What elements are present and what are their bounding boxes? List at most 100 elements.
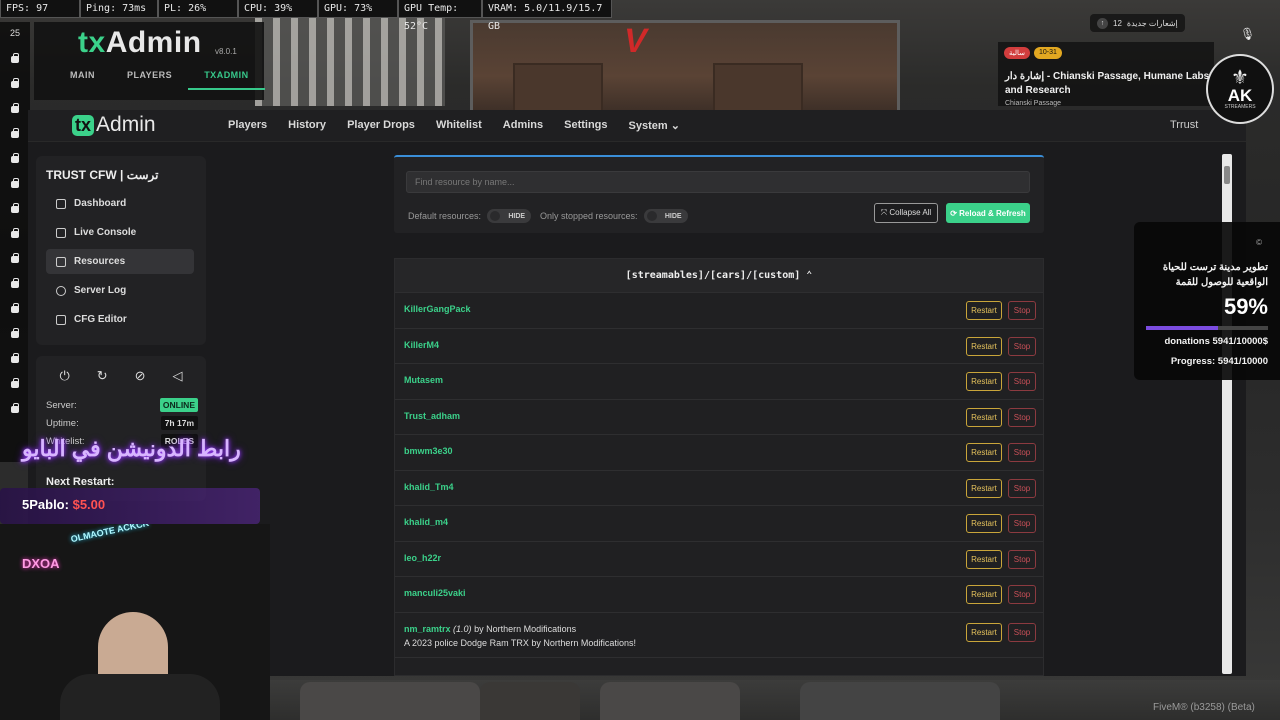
- donation-progress-fill: [1146, 326, 1219, 330]
- resource-row: nm_ramtrx (1.0) by Northern Modification…: [395, 613, 1043, 658]
- donation-progress-text: Progress: 5941/10000: [1170, 356, 1268, 367]
- lock-icon: [11, 378, 19, 388]
- perf-ping: Ping: 73ms: [80, 0, 158, 18]
- ingame-logo: txAdmin: [78, 26, 202, 59]
- resource-row: khalid_m4 Restart Stop: [395, 506, 1043, 542]
- performance-overlay: FPS: 97 Ping: 73ms PL: 26% CPU: 39% GPU:…: [0, 0, 612, 32]
- donation-progress-bar: [1146, 326, 1268, 330]
- resource-description: A 2023 police Dodge Ram TRX by Northern …: [404, 637, 636, 648]
- donation-amount: donations 5941/10000$: [1164, 336, 1269, 347]
- stop-button[interactable]: Stop: [1008, 443, 1036, 462]
- lock-icon: [11, 253, 19, 263]
- default-resources-toggle[interactable]: HIDE: [487, 209, 532, 223]
- power-off-icon[interactable]: ⏻: [59, 368, 69, 384]
- ingame-tab-players[interactable]: PLAYERS: [111, 67, 188, 90]
- restart-button[interactable]: Restart: [966, 549, 1002, 569]
- restart-button[interactable]: Restart: [966, 622, 1002, 642]
- reload-refresh-button[interactable]: ⟳ Reload & Refresh: [946, 203, 1030, 223]
- resource-row: Mutasem Restart Stop: [395, 364, 1043, 400]
- collapse-all-button[interactable]: ⤧ Collapse All: [874, 203, 938, 223]
- scrollbar-thumb[interactable]: [1224, 166, 1230, 184]
- nav-admins[interactable]: Admins: [503, 119, 543, 132]
- lock-icon: [11, 78, 19, 88]
- ingame-version: v8.0.1: [215, 47, 237, 56]
- stop-button[interactable]: Stop: [1008, 336, 1036, 356]
- ingame-tab-main[interactable]: MAIN: [54, 67, 111, 90]
- lock-icon: [11, 353, 19, 363]
- kick-all-icon[interactable]: ⊘: [135, 368, 146, 384]
- restart-button[interactable]: Restart: [966, 585, 1002, 604]
- stop-button[interactable]: Stop: [1008, 301, 1036, 320]
- nav-settings[interactable]: Settings: [564, 119, 607, 132]
- lock-icon: [11, 178, 19, 188]
- nav-history[interactable]: History: [288, 119, 326, 132]
- restart-icon[interactable]: ↻: [97, 368, 108, 384]
- resource-search-input[interactable]: [406, 171, 1030, 193]
- server-menu-card: TRUST CFW | ترست Dashboard Live Console …: [36, 156, 206, 345]
- restart-button[interactable]: Restart: [966, 407, 1002, 427]
- ingame-txadmin-menu: txAdmin v8.0.1 MAIN PLAYERS TXADMIN: [34, 22, 265, 100]
- resource-row: KillerGangPack Restart Stop: [395, 293, 1043, 329]
- default-resources-filter: Default resources: HIDE: [408, 209, 532, 223]
- stopped-resources-toggle[interactable]: HIDE: [643, 209, 688, 223]
- resource-group-header[interactable]: [streamables]/[cars]/[custom] ⌃: [395, 259, 1043, 293]
- server-status-card: ⏻ ↻ ⊘ ◁ Server: ONLINE Uptime: 7h 17m Whit…: [36, 356, 206, 501]
- stop-button[interactable]: Stop: [1008, 372, 1036, 391]
- stop-button[interactable]: Stop: [1008, 478, 1036, 498]
- perf-fps: FPS: 97: [0, 0, 80, 18]
- restart-button[interactable]: Restart: [966, 478, 1002, 498]
- location-tag-red: سالية: [1004, 47, 1030, 59]
- location-sub: Chianski Passage: [1005, 100, 1062, 107]
- location-tag-yellow: 10-31: [1034, 47, 1062, 59]
- stop-button[interactable]: Stop: [1008, 585, 1036, 604]
- restart-button[interactable]: Restart: [966, 514, 1002, 533]
- sidebar-item-resources[interactable]: Resources: [46, 249, 194, 274]
- brand-logo[interactable]: tx Admin: [72, 113, 156, 137]
- status-server-row: Server: ONLINE: [46, 398, 198, 412]
- donation-goal-widget: © تطوير مدينة ترست للحياة الواقعية للوصو…: [1134, 222, 1280, 380]
- resource-name: nm_ramtrx (1.0) by Northern Modification…: [404, 623, 577, 634]
- lock-icon: [11, 278, 19, 288]
- neon-sign-2: OLMAOTE ACKCK: [69, 524, 150, 545]
- nav-user-name[interactable]: Trrust: [1170, 119, 1198, 131]
- resource-name: KillerM4: [404, 339, 440, 350]
- stop-button[interactable]: Stop: [1008, 514, 1036, 533]
- strip-number: 25: [9, 28, 20, 38]
- nav-links: Players History Player Drops Whitelist A…: [228, 119, 701, 132]
- status-uptime-row: Uptime: 7h 17m: [46, 416, 198, 430]
- nav-players[interactable]: Players: [228, 119, 267, 132]
- restart-button[interactable]: Restart: [966, 301, 1002, 320]
- resource-name: bmwm3e30: [404, 446, 453, 456]
- restart-button[interactable]: Restart: [966, 372, 1002, 391]
- neon-sign: DXOA: [22, 556, 60, 571]
- stop-button[interactable]: Stop: [1008, 407, 1036, 427]
- restart-button[interactable]: Restart: [966, 336, 1002, 356]
- notification-text: إشعارات جديدة: [1126, 18, 1178, 28]
- sidebar-item-live-console[interactable]: Live Console: [46, 220, 194, 245]
- terminal-icon: [56, 227, 66, 238]
- eye-icon: [56, 285, 66, 296]
- resource-name: leo_h22r: [404, 552, 442, 563]
- streamer-body: [60, 674, 220, 720]
- stop-button[interactable]: Stop: [1008, 549, 1036, 569]
- resource-name: Trust_adham: [404, 410, 461, 421]
- sidebar-item-cfg-editor[interactable]: CFG Editor: [46, 307, 194, 332]
- ingame-tab-txadmin[interactable]: TXADMIN: [188, 67, 265, 90]
- notification-count: 12: [1113, 18, 1122, 28]
- nav-player-drops[interactable]: Player Drops: [347, 119, 415, 132]
- perf-pl: PL: 26%: [158, 0, 238, 18]
- ingame-tabs: MAIN PLAYERS TXADMIN: [54, 67, 265, 90]
- announce-icon[interactable]: ◁: [173, 368, 183, 384]
- nav-system[interactable]: System ⌄: [629, 119, 680, 132]
- next-restart-label: Next Restart:: [46, 476, 115, 488]
- sidebar-item-server-log[interactable]: Server Log: [46, 278, 194, 303]
- stop-button[interactable]: Stop: [1008, 622, 1036, 642]
- restart-button[interactable]: Restart: [966, 443, 1002, 462]
- sidebar-item-dashboard[interactable]: Dashboard: [46, 191, 194, 216]
- nav-whitelist[interactable]: Whitelist: [436, 119, 482, 132]
- lock-icon: [11, 128, 19, 138]
- top-navbar: tx Admin Players History Player Drops Whi…: [28, 110, 1246, 142]
- fivem-version: FiveM® (b3258) (Beta): [1153, 702, 1255, 713]
- resource-name: khalid_m4: [404, 517, 449, 527]
- server-controls: ⏻ ↻ ⊘ ◁: [46, 368, 196, 384]
